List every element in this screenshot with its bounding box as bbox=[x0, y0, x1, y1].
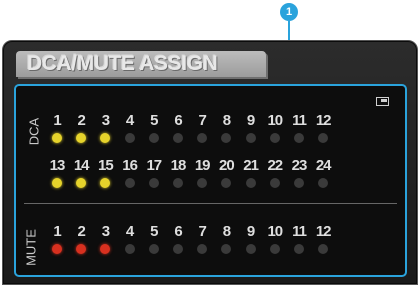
dca-led-1[interactable] bbox=[52, 133, 62, 143]
dca-led-11[interactable] bbox=[294, 133, 304, 143]
dca-number-20: 20 bbox=[219, 157, 235, 174]
mute-number-7: 7 bbox=[198, 223, 207, 240]
mute-led-6[interactable] bbox=[173, 244, 183, 254]
mute-led-5[interactable] bbox=[148, 244, 159, 254]
dca-led-9[interactable] bbox=[245, 133, 256, 143]
dca-number-12: 12 bbox=[315, 112, 332, 129]
dca-number-6: 6 bbox=[174, 112, 182, 129]
mute-led-11[interactable] bbox=[294, 244, 304, 254]
dca-number-3: 3 bbox=[101, 112, 110, 129]
dca-number-7: 7 bbox=[198, 112, 207, 129]
dca-number-5: 5 bbox=[150, 112, 158, 129]
dca-led-13[interactable] bbox=[52, 178, 62, 188]
mute-number-6: 6 bbox=[174, 223, 182, 240]
dca-led-22[interactable] bbox=[269, 178, 280, 188]
dca-number-13: 13 bbox=[49, 157, 66, 174]
mute-section-label: MUTE bbox=[23, 229, 39, 266]
mute-number-5: 5 bbox=[150, 223, 158, 240]
dca-led-4[interactable] bbox=[124, 133, 135, 143]
dca-led-17[interactable] bbox=[148, 178, 159, 188]
mute-number-1: 1 bbox=[53, 223, 61, 240]
dca-number-10: 10 bbox=[267, 112, 283, 129]
mute-number-9: 9 bbox=[246, 223, 255, 240]
dca-led-10[interactable] bbox=[269, 133, 280, 143]
dca-led-23[interactable] bbox=[294, 178, 304, 188]
dca-led-18[interactable] bbox=[173, 178, 183, 188]
dca-number-24: 24 bbox=[315, 157, 332, 174]
dca-section-label: DCA bbox=[26, 117, 42, 146]
mute-number-12: 12 bbox=[315, 223, 332, 240]
dca-number-16: 16 bbox=[122, 157, 138, 174]
dca-number-4: 4 bbox=[125, 112, 134, 129]
dca-number-23: 23 bbox=[291, 157, 308, 174]
dca-number-18: 18 bbox=[170, 157, 187, 174]
dca-number-2: 2 bbox=[77, 112, 86, 129]
mute-led-9[interactable] bbox=[245, 244, 256, 254]
mute-led-10[interactable] bbox=[269, 244, 280, 254]
mute-number-11: 11 bbox=[292, 223, 307, 240]
dca-number-21: 21 bbox=[243, 157, 259, 174]
mute-number-10: 10 bbox=[267, 223, 283, 240]
section-divider bbox=[24, 203, 397, 204]
mute-led-4[interactable] bbox=[124, 244, 135, 254]
mute-number-4: 4 bbox=[125, 223, 134, 240]
dca-led-5[interactable] bbox=[148, 133, 159, 143]
dca-number-15: 15 bbox=[98, 157, 114, 174]
mute-number-2: 2 bbox=[77, 223, 86, 240]
dca-number-8: 8 bbox=[222, 112, 231, 129]
dca-led-16[interactable] bbox=[124, 178, 135, 188]
mute-led-1[interactable] bbox=[52, 244, 62, 254]
dca-number-17: 17 bbox=[146, 157, 162, 174]
mute-number-8: 8 bbox=[222, 223, 231, 240]
expand-window-icon[interactable] bbox=[376, 97, 389, 106]
dca-number-11: 11 bbox=[292, 112, 307, 129]
dca-led-21[interactable] bbox=[245, 178, 256, 188]
panel-title: DCA/MUTE ASSIGN bbox=[27, 52, 218, 75]
dca-number-22: 22 bbox=[267, 157, 283, 174]
dca-number-1: 1 bbox=[53, 112, 61, 129]
dca-number-14: 14 bbox=[73, 157, 90, 174]
dca-number-9: 9 bbox=[246, 112, 255, 129]
callout-badge: 1 bbox=[280, 3, 298, 21]
dca-led-6[interactable] bbox=[173, 133, 183, 143]
mute-number-3: 3 bbox=[101, 223, 110, 240]
dca-number-19: 19 bbox=[194, 157, 211, 174]
